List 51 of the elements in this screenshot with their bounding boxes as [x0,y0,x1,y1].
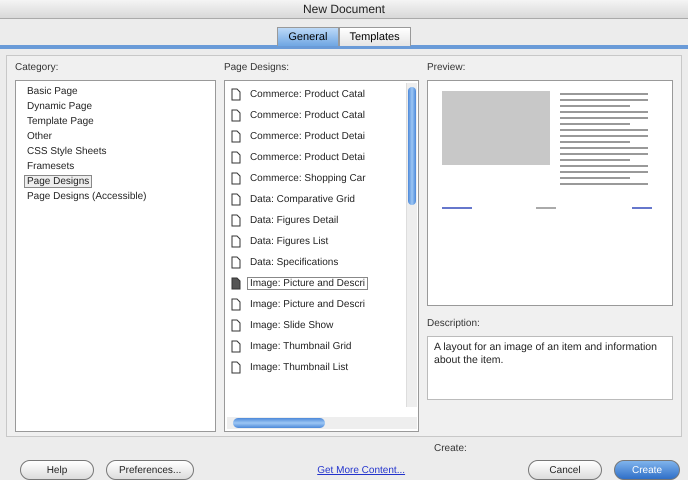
page-design-item[interactable]: Data: Figures List [246,234,332,248]
page-design-item[interactable]: Commerce: Product Catal [246,88,368,101]
horizontal-scrollbar[interactable] [226,416,417,429]
document-icon [230,150,241,164]
page-design-item[interactable]: Commerce: Product Detai [246,150,368,164]
category-label: Category: [15,62,60,75]
description-label: Description: [427,318,481,331]
page-designs-label: Page Designs: [224,62,290,75]
category-item[interactable]: Other [24,130,56,143]
document-icon [230,192,241,206]
category-item[interactable]: Template Page [24,114,97,128]
cancel-button[interactable]: Cancel [528,460,602,480]
page-design-item[interactable]: Commerce: Product Catal [246,108,368,122]
document-icon [230,172,241,185]
tab[interactable]: Templates [338,26,411,46]
page-design-item[interactable]: Commerce: Shopping Car [246,172,369,185]
document-icon [230,318,241,332]
page-design-item[interactable]: Data: Figures Detail [246,214,342,227]
page-design-item[interactable]: Image: Picture and Descri [246,298,368,311]
page-design-item[interactable]: Image: Thumbnail Grid [246,340,354,353]
category-item[interactable]: CSS Style Sheets [24,144,110,158]
page-design-item[interactable]: Image: Slide Show [246,318,336,332]
category-item[interactable]: Basic Page [24,84,81,98]
preferences-button[interactable]: Preferences... [106,460,194,480]
document-icon [230,256,241,269]
document-icon [230,130,241,143]
window-title: New Document [0,0,688,19]
page-design-item[interactable]: Data: Comparative Grid [246,192,358,206]
help-button[interactable]: Help [20,460,94,480]
preview-label: Preview: [427,62,466,75]
document-icon [230,360,241,374]
category-item[interactable]: Framesets [24,160,78,173]
document-icon [230,214,241,227]
create-label: Create: [434,442,467,454]
vertical-scrollbar[interactable] [406,82,417,407]
category-item[interactable]: Dynamic Page [24,100,96,113]
document-icon [230,340,241,353]
page-design-item[interactable]: Image: Picture and Descri [246,276,368,290]
document-icon [230,108,241,122]
document-icon [230,298,241,311]
tab[interactable]: General [277,26,338,46]
document-icon [230,234,241,248]
page-design-item[interactable]: Data: Specifications [246,256,342,269]
page-design-item[interactable]: Image: Thumbnail List [246,360,352,374]
document-icon [230,88,241,101]
page-design-item[interactable]: Commerce: Product Detai [246,130,368,143]
description-text: A layout for an image of an item and information about the item. [427,336,673,400]
category-item[interactable]: Page Designs (Accessible) [24,190,150,203]
category-item[interactable]: Page Designs [24,174,92,188]
get-more-content-link[interactable]: Get More Content... [317,464,406,476]
document-icon [230,276,241,290]
